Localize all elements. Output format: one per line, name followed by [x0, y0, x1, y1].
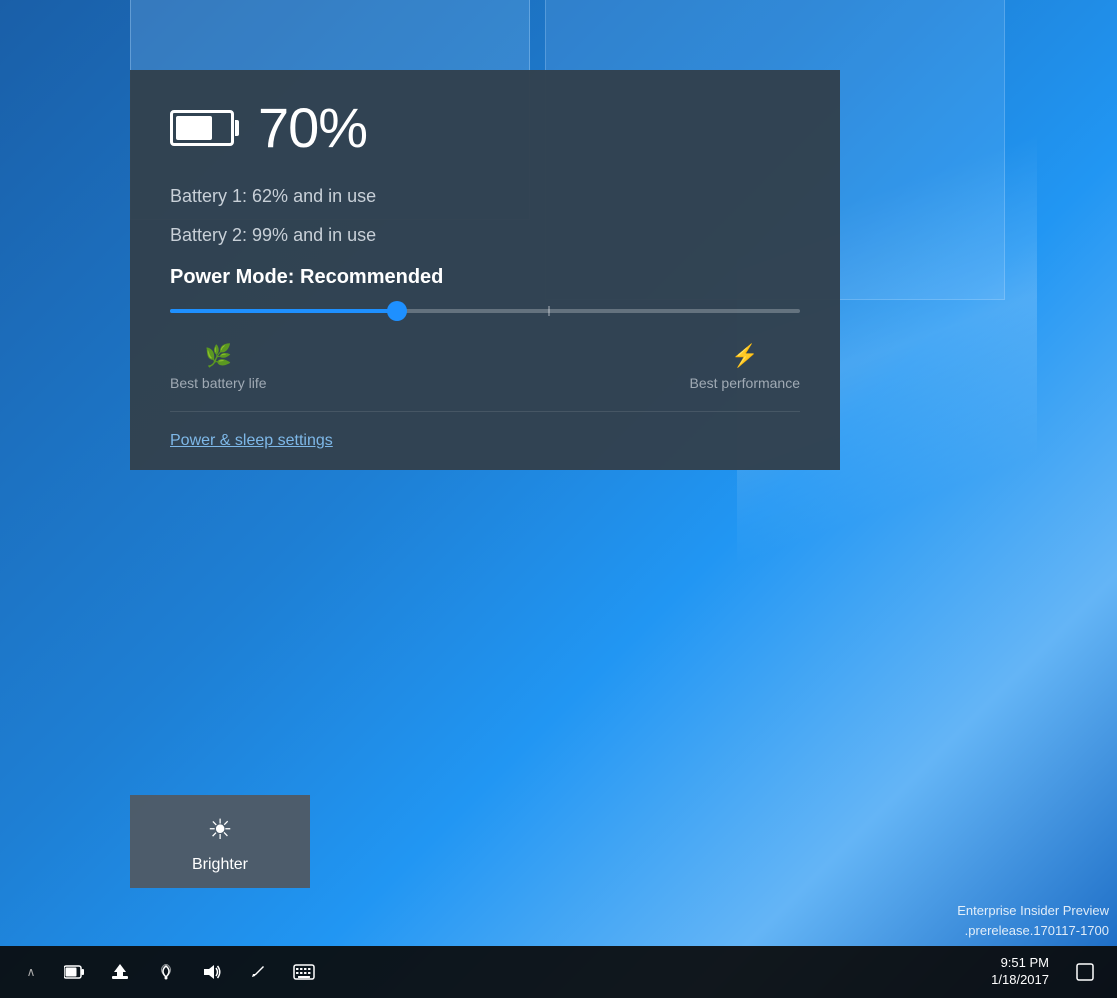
best-performance-label: ⚡ Best performance	[690, 343, 801, 391]
best-performance-text: Best performance	[690, 375, 801, 391]
battery-popup: 70% Battery 1: 62% and in use Battery 2:…	[130, 70, 840, 470]
power-labels: 🌿 Best battery life ⚡ Best performance	[170, 343, 800, 391]
taskbar-keyboard-icon[interactable]	[282, 946, 326, 998]
notification-center-icon[interactable]	[1065, 946, 1105, 998]
panel-divider	[170, 411, 800, 412]
best-battery-label: 🌿 Best battery life	[170, 343, 267, 391]
battery1-detail: Battery 1: 62% and in use	[170, 186, 800, 207]
slider-track	[170, 309, 800, 313]
power-sleep-link[interactable]: Power & sleep settings	[170, 432, 333, 450]
taskbar-battery-icon[interactable]	[52, 946, 96, 998]
taskbar-right: 9:51 PM 1/18/2017	[983, 946, 1117, 998]
battery2-detail: Battery 2: 99% and in use	[170, 225, 800, 246]
slider-thumb[interactable]	[387, 301, 407, 321]
power-mode-label: Power Mode: Recommended	[170, 266, 800, 289]
clock-time: 9:51 PM	[1001, 955, 1049, 972]
taskbar-volume-icon[interactable]	[190, 946, 234, 998]
taskbar: ∧	[0, 946, 1117, 998]
battery-icon	[170, 110, 234, 146]
system-tray-chevron[interactable]: ∧	[10, 946, 52, 998]
lightning-icon: ⚡	[731, 343, 758, 369]
best-battery-text: Best battery life	[170, 375, 267, 391]
battery-header: 70%	[170, 100, 800, 156]
taskbar-network-icon[interactable]	[144, 946, 188, 998]
leaf-icon: 🌿	[205, 343, 232, 369]
power-mode-slider[interactable]	[170, 309, 800, 313]
slider-tick	[548, 306, 550, 316]
battery-fill	[176, 116, 212, 140]
system-tray-icons	[52, 946, 326, 998]
clock-date: 1/18/2017	[991, 972, 1049, 989]
battery-percent: 70%	[258, 100, 367, 156]
taskbar-upload-icon[interactable]	[98, 946, 142, 998]
brighter-panel[interactable]: ☀ Brighter	[130, 795, 310, 888]
slider-fill	[170, 309, 397, 313]
clock-area[interactable]: 9:51 PM 1/18/2017	[983, 955, 1057, 989]
brighter-label: Brighter	[192, 856, 248, 874]
brightness-icon: ☀	[207, 813, 232, 846]
insider-preview-text: Enterprise Insider Preview .prerelease.1…	[957, 901, 1109, 940]
taskbar-left: ∧	[0, 946, 983, 998]
taskbar-pen-icon[interactable]	[236, 946, 280, 998]
